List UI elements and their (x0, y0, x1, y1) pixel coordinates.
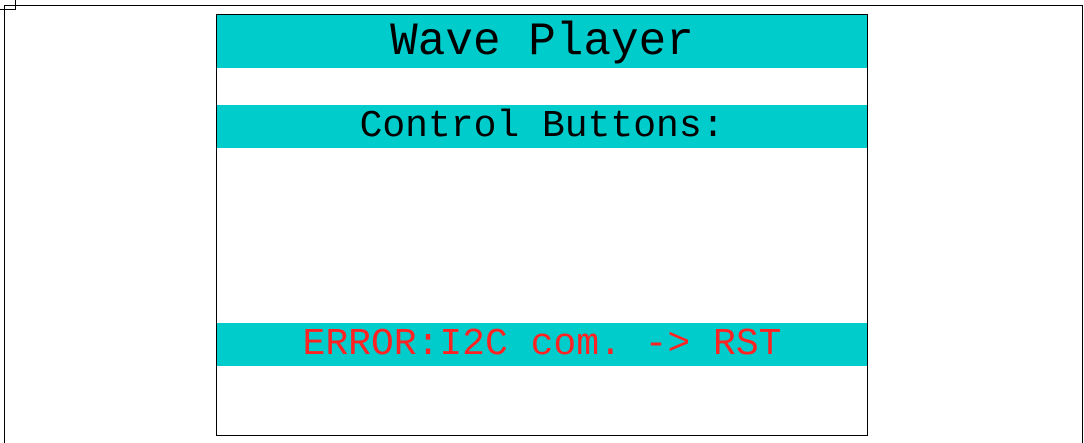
lcd-screen: Wave Player Control Buttons: ERROR:I2C c… (216, 14, 868, 436)
title-bar: Wave Player (217, 15, 868, 68)
section-label-bar: Control Buttons: (217, 105, 867, 148)
error-message-bar: ERROR:I2C com. -> RST (217, 323, 867, 366)
